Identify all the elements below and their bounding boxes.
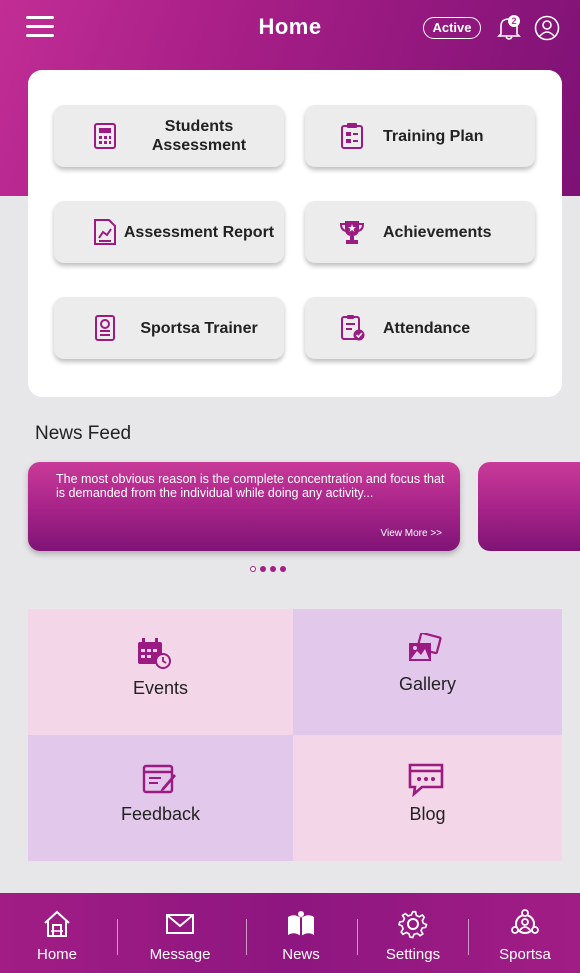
nav-divider bbox=[468, 919, 469, 955]
nav-news[interactable]: News bbox=[264, 893, 338, 973]
grid-label: Feedback bbox=[120, 804, 201, 824]
page-title: Home bbox=[258, 14, 322, 39]
training-plan-button[interactable]: Training Plan bbox=[305, 105, 535, 167]
carousel-dot-active[interactable] bbox=[250, 566, 256, 572]
grid-label: Blog bbox=[409, 804, 446, 824]
notification-count-badge: 2 bbox=[508, 15, 520, 27]
sportsa-network-icon bbox=[511, 909, 539, 934]
home-icon bbox=[44, 910, 70, 937]
status-badge[interactable]: Active bbox=[423, 17, 481, 39]
tile-label: Sportsa Trainer bbox=[140, 319, 258, 337]
news-card-next[interactable] bbox=[478, 462, 580, 551]
grid-label: Gallery bbox=[398, 674, 456, 694]
feedback-button[interactable]: Feedback bbox=[28, 735, 293, 861]
main-menu-card: Students Assessment Training Plan Assess… bbox=[28, 70, 562, 397]
tile-label: Assessment Report bbox=[123, 223, 275, 241]
nav-home[interactable]: Home bbox=[20, 893, 94, 973]
tile-label: Attendance bbox=[383, 319, 471, 337]
attendance-check-icon bbox=[341, 315, 365, 341]
bottom-navigation: Home Message News Settings Sportsa bbox=[0, 893, 580, 973]
events-button[interactable]: Events bbox=[28, 609, 293, 735]
clipboard-plan-icon bbox=[341, 123, 363, 149]
news-card-text: The most obvious reason is the complete … bbox=[56, 472, 445, 500]
chat-blog-icon bbox=[408, 763, 444, 797]
app-bar: Home Active 2 bbox=[0, 0, 580, 56]
gallery-button[interactable]: Gallery bbox=[293, 609, 562, 735]
tile-label: Achievements bbox=[383, 223, 492, 241]
grid-label: Events bbox=[132, 678, 189, 698]
nav-label: Sportsa bbox=[499, 946, 551, 963]
chart-report-icon bbox=[94, 219, 116, 245]
nav-divider bbox=[246, 919, 247, 955]
assessment-report-button[interactable]: Assessment Report bbox=[54, 201, 284, 263]
blog-button[interactable]: Blog bbox=[293, 735, 562, 861]
students-assessment-button[interactable]: Students Assessment bbox=[54, 105, 284, 167]
trainer-id-icon bbox=[95, 315, 115, 341]
nav-label: Home bbox=[36, 946, 77, 963]
carousel-dots bbox=[250, 566, 286, 572]
nav-message[interactable]: Message bbox=[137, 893, 223, 973]
nav-divider bbox=[357, 919, 358, 955]
calendar-clock-icon bbox=[138, 638, 171, 669]
gear-icon bbox=[398, 910, 428, 939]
carousel-dot[interactable] bbox=[260, 566, 266, 572]
nav-sportsa[interactable]: Sportsa bbox=[488, 893, 562, 973]
feedback-icon bbox=[142, 764, 176, 794]
calculator-report-icon bbox=[94, 123, 116, 149]
carousel-dot[interactable] bbox=[270, 566, 276, 572]
view-more-link[interactable]: View More >> bbox=[380, 528, 442, 539]
news-book-icon bbox=[288, 911, 314, 936]
tile-label: Students Assessment bbox=[151, 118, 247, 154]
achievements-button[interactable]: Achievements bbox=[305, 201, 535, 263]
nav-label: News bbox=[282, 946, 320, 963]
trophy-icon bbox=[339, 221, 365, 244]
gallery-icon bbox=[409, 633, 442, 661]
nav-label: Settings bbox=[385, 946, 441, 963]
nav-settings[interactable]: Settings bbox=[375, 893, 451, 973]
user-profile-icon[interactable] bbox=[534, 15, 560, 41]
nav-label: Message bbox=[149, 946, 211, 963]
attendance-button[interactable]: Attendance bbox=[305, 297, 535, 359]
nav-divider bbox=[117, 919, 118, 955]
sportsa-trainer-button[interactable]: Sportsa Trainer bbox=[54, 297, 284, 359]
news-card[interactable]: The most obvious reason is the complete … bbox=[28, 462, 460, 551]
tile-label: Training Plan bbox=[383, 127, 484, 145]
news-feed-heading: News Feed bbox=[35, 423, 132, 444]
envelope-icon bbox=[166, 914, 194, 934]
carousel-dot[interactable] bbox=[280, 566, 286, 572]
